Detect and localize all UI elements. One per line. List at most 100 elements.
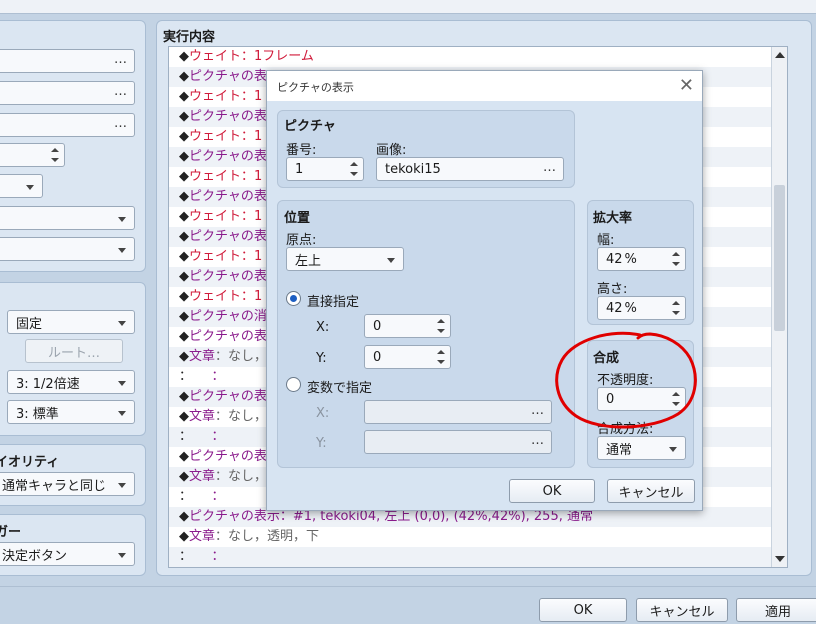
scale-group: 拡大率 幅: 42% 高さ: 42%	[587, 200, 694, 325]
left-field-3[interactable]: …	[0, 113, 135, 137]
browse-dots-icon[interactable]: …	[531, 433, 545, 448]
spinner-arrows-icon[interactable]	[671, 299, 681, 317]
event-mark: ◆	[179, 289, 189, 304]
fixed-label: 固定	[16, 316, 43, 332]
event-command: 文章	[189, 469, 216, 484]
blend-mode-dropdown[interactable]: 通常	[597, 436, 686, 460]
spinner-arrows-icon[interactable]	[671, 250, 681, 268]
chevron-down-icon	[26, 185, 34, 190]
dialog-ok-button[interactable]: OK	[509, 479, 595, 503]
left-panel-priority: イオリティ 通常キャラと同じ	[0, 444, 146, 506]
event-params: ：なし，	[215, 409, 268, 424]
width-unit: %	[624, 251, 637, 267]
trigger-value: 決定ボタン	[2, 548, 68, 564]
var-x-field[interactable]: …	[364, 400, 552, 424]
dots-icon: …	[114, 84, 128, 99]
footer-ok-button[interactable]: OK	[539, 598, 627, 622]
chevron-down-icon	[118, 483, 126, 488]
scroll-up-icon[interactable]	[775, 52, 785, 58]
event-params: ：なし，	[215, 469, 268, 484]
chevron-down-icon	[669, 447, 677, 452]
spinner-arrows-icon[interactable]	[50, 146, 60, 164]
y-label: Y:	[316, 351, 327, 366]
event-mark: ◆	[179, 49, 189, 64]
width-value: 42	[606, 251, 623, 267]
fixed-dropdown[interactable]: 固定	[7, 310, 135, 334]
footer-cancel-button[interactable]: キャンセル	[636, 598, 728, 622]
height-unit: %	[624, 300, 637, 316]
image-value: tekoki15	[385, 161, 441, 177]
scroll-down-icon[interactable]	[775, 556, 785, 562]
speed-dropdown[interactable]: 3: 1/2倍速	[7, 370, 135, 394]
event-command: ピクチャの表	[189, 189, 267, 204]
event-mark: ◆	[179, 169, 189, 184]
event-params: ：	[185, 549, 225, 564]
event-mark: ◆	[179, 129, 189, 144]
image-field[interactable]: tekoki15 …	[376, 157, 564, 181]
red-annotation-circle	[555, 331, 697, 429]
var-x-label: X:	[316, 406, 330, 421]
left-field-2[interactable]: …	[0, 81, 135, 105]
spinner-arrows-icon[interactable]	[436, 348, 446, 366]
browse-dots-icon[interactable]: …	[531, 403, 545, 418]
origin-dropdown[interactable]: 左上	[286, 247, 404, 271]
variable-label: 変数で指定	[307, 381, 373, 396]
event-command: ピクチャの表	[189, 109, 267, 124]
browse-dots-icon[interactable]: …	[543, 160, 557, 175]
frequency-dropdown[interactable]: 3: 標準	[7, 400, 135, 424]
event-command: 文章	[189, 409, 216, 424]
number-label: 番号:	[286, 143, 317, 158]
priority-value: 通常キャラと同じ	[2, 478, 107, 494]
route-button[interactable]: ルート…	[25, 339, 123, 363]
event-command: ピクチャの表	[189, 269, 267, 284]
left-dropdown-2[interactable]	[0, 206, 135, 230]
left-panel-trigger: ガー 決定ボタン	[0, 514, 146, 576]
height-label: 高さ:	[597, 282, 628, 297]
blend-mode-value: 通常	[606, 442, 633, 458]
dialog-cancel-button[interactable]: キャンセル	[607, 479, 695, 503]
left-field-1[interactable]: …	[0, 49, 135, 73]
event-mark: ◆	[179, 329, 189, 344]
left-spinner[interactable]	[0, 143, 65, 167]
chevron-down-icon	[118, 248, 126, 253]
scale-group-title: 拡大率	[593, 211, 633, 226]
x-spinner[interactable]: 0	[364, 314, 451, 338]
var-y-label: Y:	[316, 436, 327, 451]
event-command: ウェイト：1	[189, 129, 263, 144]
event-mark: ◆	[179, 309, 189, 324]
event-command: ウェイト：1	[189, 169, 263, 184]
event-mark: ◆	[179, 249, 189, 264]
position-group: 位置 原点: 左上 直接指定 X: 0 Y: 0 変数で指定 X: … Y: …	[277, 200, 575, 468]
height-value: 42	[606, 300, 623, 316]
trigger-dropdown[interactable]: 決定ボタン	[0, 542, 135, 566]
var-y-field[interactable]: …	[364, 430, 552, 454]
y-spinner[interactable]: 0	[364, 345, 451, 369]
direct-radio[interactable]	[286, 291, 301, 306]
event-command: ウェイト：1	[189, 89, 263, 104]
event-row[interactable]: ： ：	[169, 547, 787, 567]
number-spinner[interactable]: 1	[286, 157, 364, 181]
chevron-down-icon	[118, 553, 126, 558]
scroll-thumb[interactable]	[774, 185, 785, 331]
spinner-arrows-icon[interactable]	[436, 317, 446, 335]
close-icon[interactable]: ✕	[679, 75, 694, 96]
left-dropdown-1[interactable]	[0, 174, 43, 198]
footer-apply-button[interactable]: 適用	[736, 598, 816, 622]
chevron-down-icon	[118, 381, 126, 386]
height-spinner[interactable]: 42%	[597, 296, 686, 320]
spinner-arrows-icon[interactable]	[349, 160, 359, 178]
left-dropdown-3[interactable]	[0, 237, 135, 261]
event-row[interactable]: ◆文章：なし，透明，下	[169, 527, 787, 547]
event-row[interactable]: ◆ウェイト：1フレーム	[169, 47, 787, 67]
event-mark: ◆	[179, 269, 189, 284]
width-spinner[interactable]: 42%	[597, 247, 686, 271]
origin-label: 原点:	[286, 233, 317, 248]
x-value: 0	[373, 318, 382, 334]
priority-dropdown[interactable]: 通常キャラと同じ	[0, 472, 135, 496]
event-command: ピクチャの表	[189, 449, 267, 464]
picture-group-title: ピクチャ	[284, 119, 336, 134]
trigger-title: ガー	[0, 525, 22, 540]
vertical-scrollbar[interactable]	[771, 47, 787, 567]
variable-radio[interactable]	[286, 377, 301, 392]
event-command: 文章	[189, 349, 216, 364]
